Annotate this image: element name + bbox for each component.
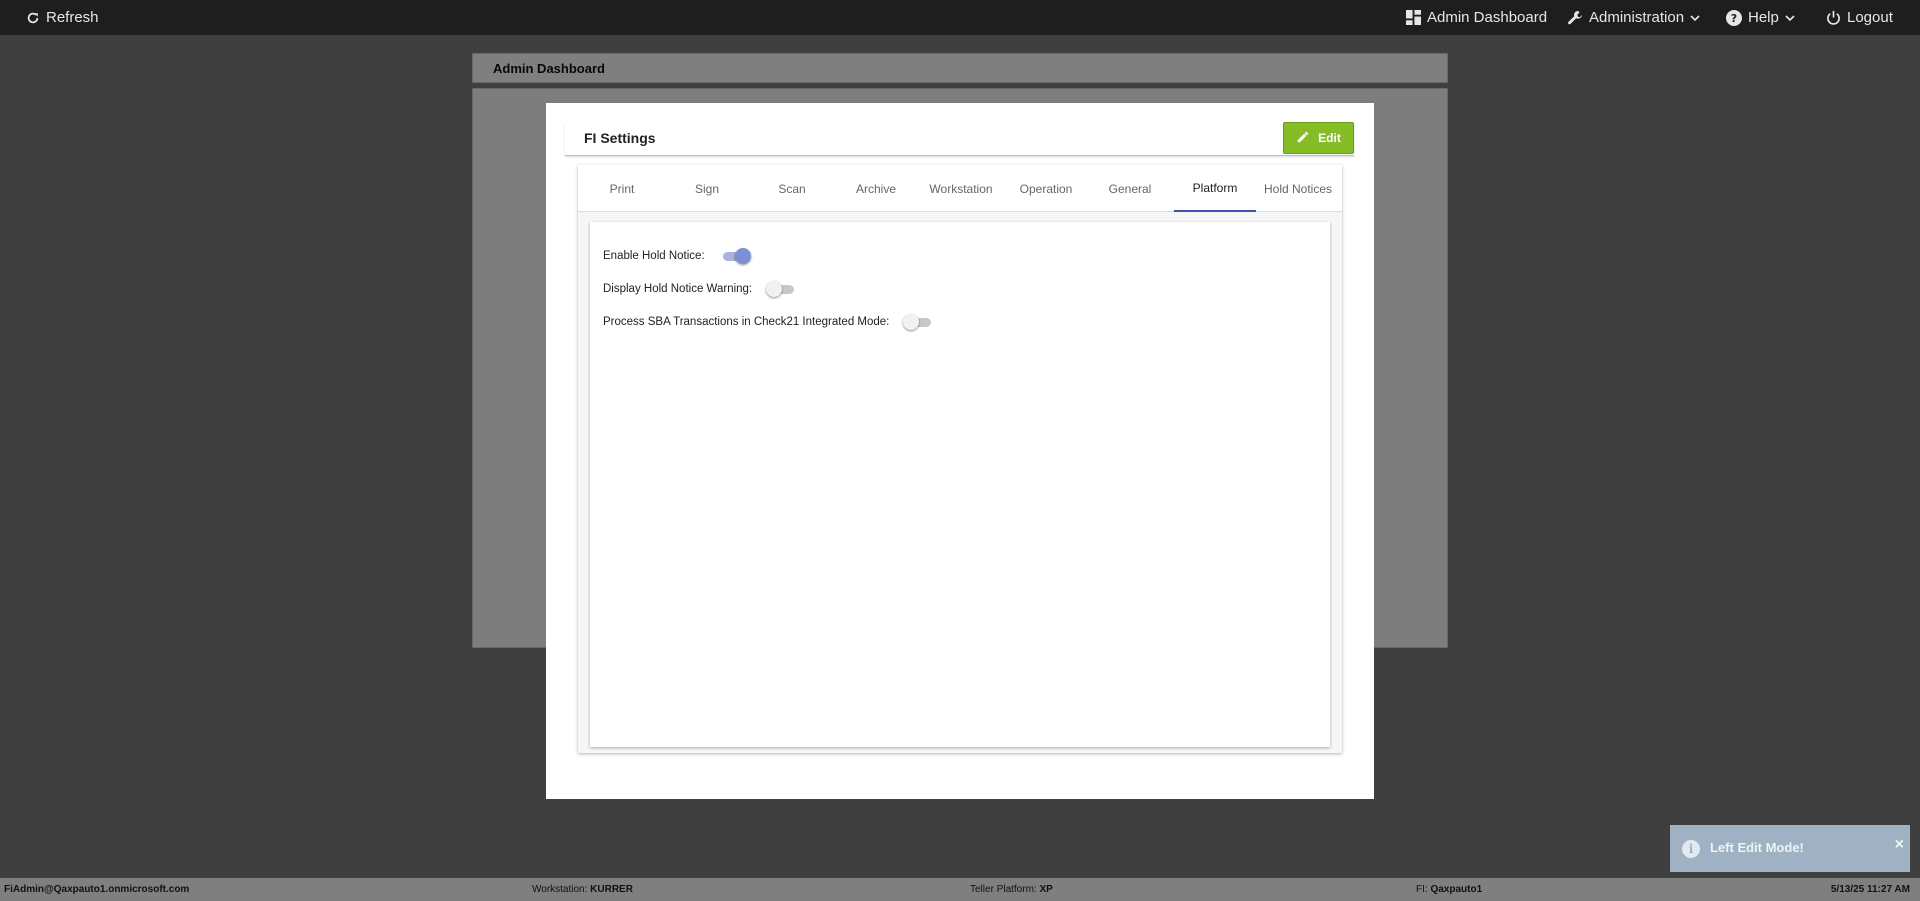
tab-general[interactable]: General (1089, 165, 1171, 212)
tab-hold-notices[interactable]: Hold Notices (1257, 165, 1339, 212)
tab-platform[interactable]: Platform (1174, 165, 1256, 212)
refresh-label: Refresh (46, 9, 99, 26)
toggle-thumb (766, 281, 783, 297)
setting-label: Display Hold Notice Warning: (603, 283, 753, 295)
chevron-down-icon (1785, 13, 1795, 23)
process-sba-transactions-toggle[interactable] (903, 313, 935, 331)
toggle-thumb (734, 248, 751, 264)
setting-row-process-sba-transactions: Process SBA Transactions in Check21 Inte… (603, 313, 935, 331)
setting-row-enable-hold-notice: Enable Hold Notice: (603, 247, 751, 265)
nav-help-label: Help (1748, 9, 1779, 26)
tab-workstation[interactable]: Workstation (920, 165, 1002, 212)
chevron-down-icon (1690, 13, 1700, 23)
toast-message: Left Edit Mode! (1710, 840, 1804, 855)
platform-tab-panel: Enable Hold Notice: Display Hold Notice … (590, 222, 1330, 747)
pencil-icon (1296, 130, 1310, 147)
settings-tabs-card: Print Sign Scan Archive Workstation Oper… (578, 165, 1342, 753)
toast-close-icon[interactable]: × (1895, 836, 1904, 854)
status-fi-value: Qaxpauto1 (1430, 884, 1483, 895)
status-fi-label: FI: (1416, 884, 1428, 895)
status-datetime: 5/13/25 11:27 AM (1831, 884, 1910, 895)
tab-archive[interactable]: Archive (835, 165, 917, 212)
nav-logout-button[interactable]: Logout (1826, 0, 1893, 35)
status-fi: FI: Qaxpauto1 (1416, 884, 1482, 895)
tab-sign[interactable]: Sign (666, 165, 748, 212)
nav-admin-dashboard[interactable]: Admin Dashboard (1406, 0, 1547, 35)
svg-text:?: ? (1731, 12, 1737, 25)
enable-hold-notice-toggle[interactable] (719, 247, 751, 265)
status-workstation-label: Workstation: (532, 884, 588, 895)
top-nav-bar: Refresh Admin Dashboard Administration ?… (0, 0, 1920, 35)
toggle-thumb (903, 314, 920, 330)
wrench-icon (1567, 10, 1583, 26)
info-icon: i (1682, 840, 1700, 858)
tab-print[interactable]: Print (581, 165, 663, 212)
tab-bar: Print Sign Scan Archive Workstation Oper… (578, 165, 1342, 212)
status-bar: FiAdmin@Qaxpauto1.onmicrosoft.com Workst… (0, 878, 1920, 901)
setting-row-display-hold-notice-warning: Display Hold Notice Warning: (603, 280, 798, 298)
status-platform-value: XP (1039, 884, 1053, 895)
dashboard-icon (1406, 10, 1421, 25)
setting-label: Process SBA Transactions in Check21 Inte… (603, 316, 890, 328)
edit-label: Edit (1318, 131, 1341, 145)
refresh-button[interactable]: Refresh (26, 0, 99, 35)
status-user-value: FiAdmin@Qaxpauto1.onmicrosoft.com (4, 884, 190, 895)
nav-logout-label: Logout (1847, 9, 1893, 26)
status-user: FiAdmin@Qaxpauto1.onmicrosoft.com (4, 884, 189, 895)
status-workstation: Workstation: KURRER (532, 884, 633, 895)
setting-label: Enable Hold Notice: (603, 250, 705, 262)
toast-notification: i Left Edit Mode! × (1670, 825, 1910, 872)
modal-title: FI Settings (584, 130, 656, 146)
nav-administration-label: Administration (1589, 9, 1685, 26)
nav-help-menu[interactable]: ? Help (1726, 0, 1795, 35)
status-workstation-value: KURRER (590, 884, 633, 895)
display-hold-notice-warning-toggle[interactable] (766, 280, 798, 298)
edit-button[interactable]: Edit (1283, 122, 1354, 154)
power-icon (1826, 10, 1841, 25)
status-datetime-value: 5/13/25 11:27 AM (1830, 884, 1910, 895)
nav-admin-dashboard-label: Admin Dashboard (1427, 9, 1548, 26)
modal-header: FI Settings (565, 122, 1354, 156)
status-platform-label: Teller Platform: (970, 884, 1037, 895)
tab-operation[interactable]: Operation (1005, 165, 1087, 212)
fi-settings-modal: FI Settings Edit Print Sign Scan Archive… (546, 103, 1374, 799)
refresh-icon (26, 11, 40, 25)
tab-scan[interactable]: Scan (751, 165, 833, 212)
help-icon: ? (1726, 9, 1742, 26)
nav-administration-menu[interactable]: Administration (1567, 0, 1700, 35)
status-platform: Teller Platform: XP (970, 884, 1053, 895)
